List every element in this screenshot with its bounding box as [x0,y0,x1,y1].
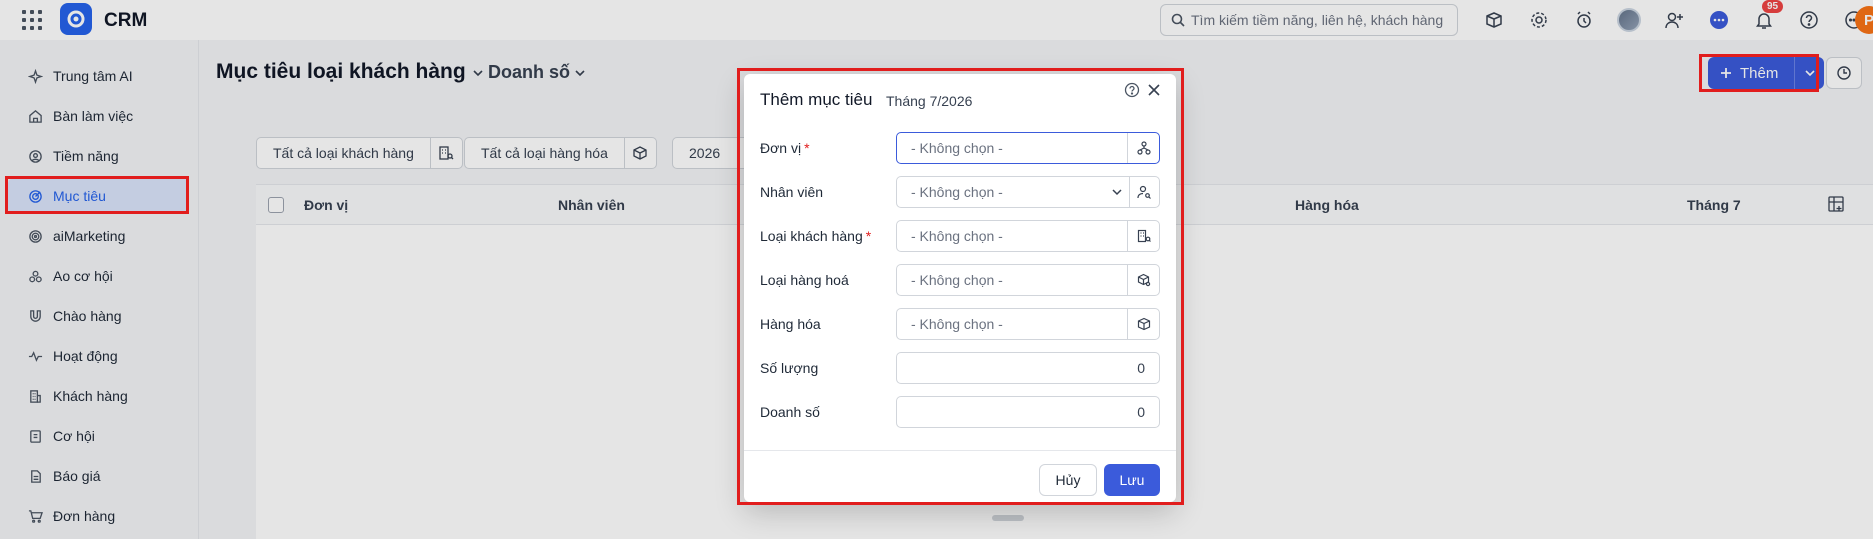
employee-field[interactable] [896,176,1160,208]
org-tree-icon[interactable] [1127,133,1159,163]
field-label: Hàng hóa [760,316,821,332]
dialog-title: Thêm mục tiêu [760,90,873,109]
unit-field-row: Đơn vị * [760,132,1160,164]
field-label: Nhân viên [760,184,824,200]
employee-select[interactable] [897,177,1106,207]
unit-field[interactable] [896,132,1160,164]
unit-input[interactable] [897,133,1127,163]
required-marker: * [804,140,810,156]
revenue-input[interactable] [897,397,1159,427]
employee-field-row: Nhân viên [760,176,1160,208]
product-type-input[interactable] [897,265,1127,295]
quantity-input[interactable] [897,353,1159,383]
chevron-down-icon[interactable] [1106,177,1129,207]
customer-type-field-row: Loại khách hàng * [760,220,1160,252]
save-button[interactable]: Lưu [1104,464,1160,496]
customer-type-input[interactable] [897,221,1127,251]
dialog-divider [744,450,1176,451]
field-label: Loại hàng hoá [760,272,849,288]
question-icon[interactable] [1124,82,1140,101]
dialog-period: Tháng 7/2026 [886,93,973,109]
product-type-field-row: Loại hàng hoá [760,264,1160,296]
box-search-icon[interactable] [1127,265,1159,295]
required-marker: * [865,228,872,244]
revenue-field[interactable] [896,396,1160,428]
quantity-field[interactable] [896,352,1160,384]
revenue-field-row: Doanh số [760,396,1160,428]
field-label: Đơn vị * [760,140,810,156]
product-type-field[interactable] [896,264,1160,296]
user-search-icon[interactable] [1128,177,1159,207]
product-field-row: Hàng hóa [760,308,1160,340]
field-label: Loại khách hàng * [760,228,872,244]
close-icon[interactable] [1146,82,1162,101]
cancel-button[interactable]: Hủy [1039,464,1097,496]
field-label: Doanh số [760,404,820,420]
product-field[interactable] [896,308,1160,340]
building-search-icon[interactable] [1127,221,1159,251]
customer-type-field[interactable] [896,220,1160,252]
box-icon[interactable] [1127,309,1159,339]
product-input[interactable] [897,309,1127,339]
quantity-field-row: Số lượng [760,352,1160,384]
add-goal-dialog: Thêm mục tiêu Tháng 7/2026 Đơn vị* Nhân … [744,74,1176,502]
field-label: Số lượng [760,360,819,376]
